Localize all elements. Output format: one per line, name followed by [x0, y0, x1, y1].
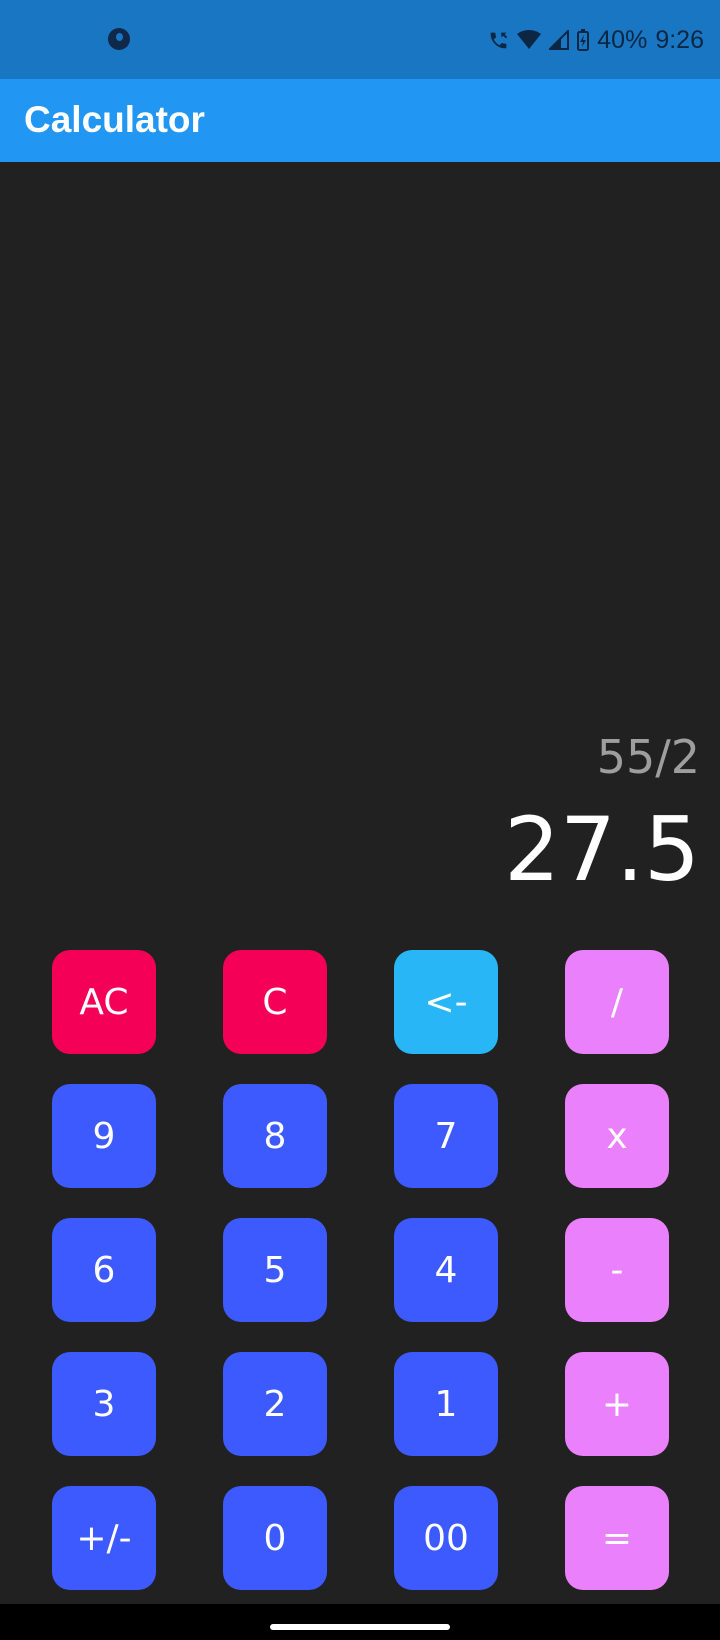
- status-bar: 40% 9:26: [0, 0, 720, 79]
- battery-percent: 40%: [597, 25, 648, 54]
- equals-button[interactable]: =: [565, 1486, 669, 1590]
- clock: 9:26: [655, 25, 704, 54]
- all-clear-button[interactable]: AC: [52, 950, 156, 1054]
- digit-3-button[interactable]: 3: [52, 1352, 156, 1456]
- battery-charging-icon: [577, 29, 590, 51]
- double-zero-button[interactable]: 00: [394, 1486, 498, 1590]
- digit-1-button[interactable]: 1: [394, 1352, 498, 1456]
- digit-9-button[interactable]: 9: [52, 1084, 156, 1188]
- digit-4-button[interactable]: 4: [394, 1218, 498, 1322]
- signal-icon: [549, 30, 570, 50]
- home-indicator[interactable]: [270, 1624, 450, 1630]
- app-title: Calculator: [24, 99, 205, 140]
- add-button[interactable]: +: [565, 1352, 669, 1456]
- digit-2-button[interactable]: 2: [223, 1352, 327, 1456]
- divide-button[interactable]: /: [565, 950, 669, 1054]
- app-notification-icon: [108, 28, 130, 50]
- digit-6-button[interactable]: 6: [52, 1218, 156, 1322]
- digit-5-button[interactable]: 5: [223, 1218, 327, 1322]
- digit-7-button[interactable]: 7: [394, 1084, 498, 1188]
- backspace-button[interactable]: <-: [394, 950, 498, 1054]
- status-icons: 40% 9:26: [488, 22, 704, 58]
- multiply-button[interactable]: x: [565, 1084, 669, 1188]
- subtract-button[interactable]: -: [565, 1218, 669, 1322]
- wifi-call-icon: [488, 30, 509, 51]
- plus-minus-button[interactable]: +/-: [52, 1486, 156, 1590]
- result-display: 27.5: [504, 798, 700, 901]
- navigation-bar: [0, 1604, 720, 1640]
- clear-button[interactable]: C: [223, 950, 327, 1054]
- app-bar: Calculator: [0, 79, 720, 162]
- wifi-icon: [517, 30, 542, 50]
- digit-8-button[interactable]: 8: [223, 1084, 327, 1188]
- expression-display: 55/2: [596, 730, 700, 784]
- digit-0-button[interactable]: 0: [223, 1486, 327, 1590]
